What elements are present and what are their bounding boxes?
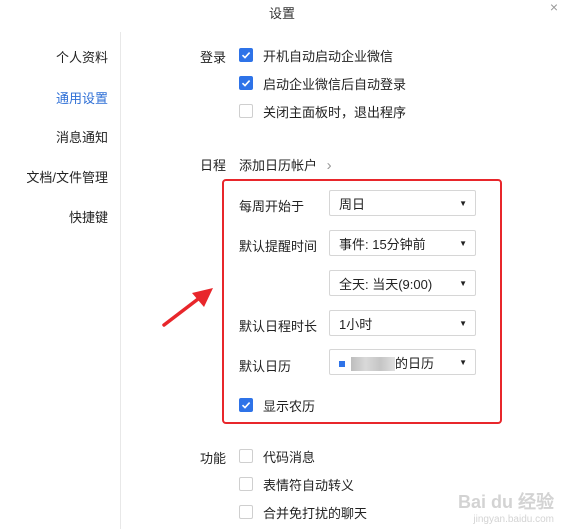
sidebar-item-files[interactable]: 文档/文件管理 <box>26 167 108 186</box>
merge-dnd-label: 合并免打扰的聊天 <box>263 505 368 521</box>
checkbox-merge-dnd[interactable] <box>239 505 253 519</box>
sidebar-item-notifications[interactable]: 消息通知 <box>56 127 108 146</box>
reminder-label: 默认提醒时间 <box>239 239 318 254</box>
auto-login-label: 启动企业微信后自动登录 <box>263 76 407 92</box>
quit-on-close-label: 关闭主面板时，退出程序 <box>263 104 407 120</box>
default-calendar-display: 的日历 <box>339 353 459 372</box>
quit-on-close-option[interactable]: 关闭主面板时，退出程序 <box>239 103 407 120</box>
reminder-event-select[interactable]: 事件: 15分钟前 ▼ <box>329 230 476 256</box>
week-start-value: 周日 <box>339 196 366 212</box>
checkbox-emoji-escape[interactable] <box>239 477 253 491</box>
window-title: 设置 <box>268 6 295 21</box>
watermark: Bai du 经验 jingyan.baidu.com <box>458 488 554 525</box>
auto-login-option[interactable]: 启动企业微信后自动登录 <box>239 75 407 92</box>
default-calendar-label: 默认日历 <box>239 359 292 374</box>
sidebar-divider <box>120 32 121 529</box>
add-calendar-account-label: 添加日历帐户 <box>239 158 318 173</box>
auto-start-option[interactable]: 开机自动启动企业微信 <box>239 47 394 64</box>
close-icon[interactable]: × <box>550 0 558 14</box>
auto-start-label: 开机自动启动企业微信 <box>263 48 394 64</box>
duration-label: 默认日程时长 <box>239 319 318 334</box>
checkbox-auto-login[interactable] <box>239 76 253 90</box>
caret-down-icon: ▼ <box>459 238 467 248</box>
caret-down-icon: ▼ <box>459 318 467 328</box>
reminder-allday-value: 全天: 当天(9:00) <box>339 276 433 292</box>
checkbox-show-lunar[interactable] <box>239 398 253 412</box>
calendar-section-label: 日程 <box>200 158 227 173</box>
checkbox-quit-on-close[interactable] <box>239 104 253 118</box>
emoji-escape-option[interactable]: 表情符自动转义 <box>239 476 355 493</box>
watermark-sub: jingyan.baidu.com <box>473 514 554 525</box>
code-message-option[interactable]: 代码消息 <box>239 448 316 465</box>
default-calendar-select[interactable]: 的日历 ▼ <box>329 349 476 375</box>
sidebar-item-shortcuts[interactable]: 快捷键 <box>69 207 108 226</box>
emoji-escape-label: 表情符自动转义 <box>263 477 355 493</box>
week-start-label: 每周开始于 <box>239 199 305 214</box>
check-icon <box>241 402 251 409</box>
show-lunar-option[interactable]: 显示农历 <box>239 397 316 414</box>
sidebar-item-profile[interactable]: 个人资料 <box>56 47 108 66</box>
duration-value: 1小时 <box>339 316 373 332</box>
sidebar-item-general[interactable]: 通用设置 <box>56 88 108 107</box>
blurred-name <box>351 357 395 372</box>
check-icon <box>241 52 251 59</box>
caret-down-icon: ▼ <box>459 357 467 367</box>
code-message-label: 代码消息 <box>263 449 316 465</box>
features-section-label: 功能 <box>200 451 227 466</box>
calendar-color-icon <box>339 361 345 368</box>
red-arrow-icon <box>162 288 213 327</box>
login-section-label: 登录 <box>200 50 227 65</box>
reminder-allday-select[interactable]: 全天: 当天(9:00) ▼ <box>329 270 476 296</box>
checkbox-code-message[interactable] <box>239 449 253 463</box>
caret-down-icon: ▼ <box>459 198 467 208</box>
chevron-right-icon: › <box>326 157 332 174</box>
show-lunar-label: 显示农历 <box>263 398 316 414</box>
add-calendar-account-link[interactable]: 添加日历帐户 › <box>239 155 332 174</box>
caret-down-icon: ▼ <box>459 278 467 288</box>
check-icon <box>241 80 251 87</box>
week-start-select[interactable]: 周日 ▼ <box>329 190 476 216</box>
reminder-event-value: 事件: 15分钟前 <box>339 236 426 252</box>
duration-select[interactable]: 1小时 ▼ <box>329 310 476 336</box>
default-calendar-value: 的日历 <box>395 355 435 371</box>
watermark-text: Bai du 经验 <box>457 492 554 512</box>
merge-dnd-option[interactable]: 合并免打扰的聊天 <box>239 504 368 521</box>
checkbox-auto-start[interactable] <box>239 48 253 62</box>
